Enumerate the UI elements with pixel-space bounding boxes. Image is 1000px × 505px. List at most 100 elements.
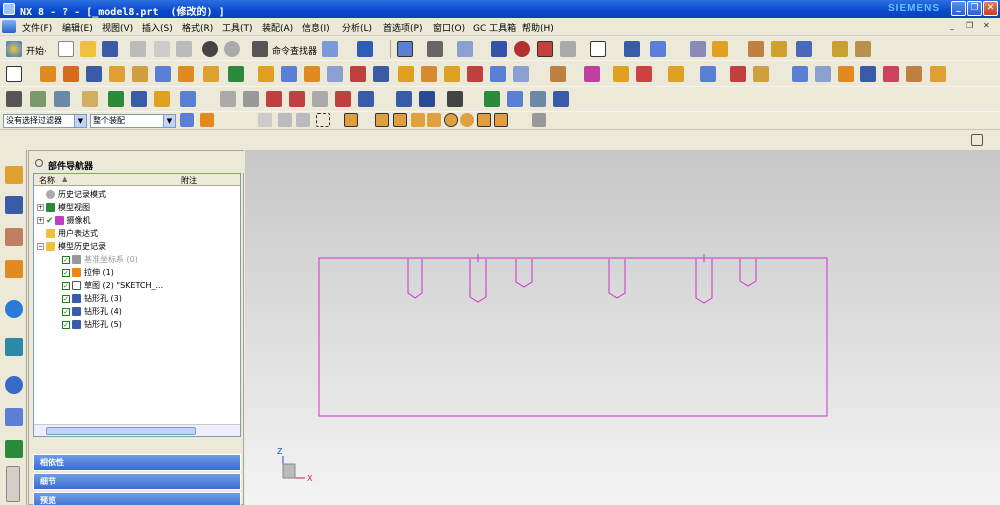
tree-item-history-mode[interactable]: 历史记录模式 — [46, 188, 106, 201]
menu-help[interactable]: 帮助(H) — [522, 21, 554, 34]
visibility-checkbox[interactable]: ✓ — [62, 307, 70, 316]
doc-close-button[interactable]: ✕ — [983, 21, 990, 30]
slot-icon[interactable] — [668, 66, 684, 82]
bridge-icon[interactable] — [883, 66, 899, 82]
blend-surface-icon[interactable] — [930, 66, 946, 82]
project-curve-icon[interactable] — [335, 91, 351, 107]
sphere-icon[interactable] — [155, 66, 171, 82]
spline-icon[interactable] — [266, 91, 282, 107]
rib-icon[interactable] — [613, 66, 629, 82]
visibility-checkbox[interactable]: ✓ — [62, 268, 70, 277]
feature-table-icon[interactable] — [530, 91, 546, 107]
hole-icon[interactable] — [178, 66, 194, 82]
display-mode-icon[interactable] — [491, 41, 507, 57]
doc-restore-button[interactable]: ❐ — [966, 21, 973, 30]
tree-item-cameras[interactable]: + ✔ 摄像机 — [37, 214, 91, 227]
suppress-icon[interactable] — [447, 91, 463, 107]
select-edge-icon[interactable] — [278, 113, 292, 127]
curve-fillet-icon[interactable] — [289, 91, 305, 107]
layer-icon[interactable] — [650, 41, 666, 57]
selection-filter-dropdown[interactable]: 没有选择过滤器 ▼ — [3, 114, 87, 128]
close-button[interactable]: ✕ — [983, 1, 998, 16]
groove-icon[interactable] — [636, 66, 652, 82]
menu-analysis[interactable]: 分析(L) — [342, 21, 372, 34]
undo-icon[interactable] — [202, 41, 218, 57]
edit-parameters-icon[interactable] — [419, 91, 435, 107]
section-view-icon[interactable] — [624, 41, 640, 57]
chevron-down-icon[interactable]: ▼ — [74, 115, 86, 127]
tree-item-model-views[interactable]: + 模型视图 — [37, 201, 90, 214]
tree-item-extrude[interactable]: ✓ 拉伸 (1) — [62, 266, 114, 279]
column-notes[interactable]: 附注 — [181, 175, 197, 186]
pocket-icon[interactable] — [730, 66, 746, 82]
extrude-icon[interactable] — [40, 66, 56, 82]
start-button[interactable]: 开始· — [26, 44, 47, 57]
minimize-button[interactable]: _ — [951, 1, 966, 16]
constraint-icon[interactable] — [712, 41, 728, 57]
background-icon[interactable] — [590, 41, 606, 57]
tree-item-sketch[interactable]: ✓ 草图 (2) "SKETCH_... — [62, 279, 163, 292]
menu-format[interactable]: 格式(R) — [182, 21, 213, 34]
new-file-icon[interactable] — [58, 41, 74, 57]
control-point-snap-icon[interactable] — [411, 113, 425, 127]
line-icon[interactable] — [220, 91, 236, 107]
open-folder-icon[interactable] — [80, 41, 96, 57]
point-on-curve-snap-icon[interactable] — [494, 113, 508, 127]
menu-file[interactable]: 文件(F) — [22, 21, 52, 34]
curve-info-icon[interactable] — [358, 91, 374, 107]
command-finder-button[interactable]: 命令查找器 — [272, 44, 317, 57]
arc-icon[interactable] — [243, 91, 259, 107]
unite-icon[interactable] — [228, 66, 244, 82]
shaded-edges-icon[interactable] — [514, 41, 530, 57]
menu-edit[interactable]: 编辑(E) — [62, 21, 93, 34]
resource-scroll-icon[interactable] — [6, 466, 20, 502]
expand-icon[interactable]: + — [37, 217, 44, 224]
check-icon[interactable] — [484, 91, 500, 107]
process-studio-icon[interactable] — [5, 408, 23, 426]
tree-item-hole-4[interactable]: ✓ 钻形孔 (4) — [62, 305, 122, 318]
revolve-icon[interactable] — [63, 66, 79, 82]
expand-icon[interactable]: + — [37, 204, 44, 211]
point-icon[interactable] — [180, 91, 196, 107]
thicken-icon[interactable] — [467, 66, 483, 82]
redo-icon[interactable] — [224, 41, 240, 57]
visibility-checkbox[interactable]: ✓ — [62, 294, 70, 303]
cone-icon[interactable] — [132, 66, 148, 82]
menu-tools[interactable]: 工具(T) — [222, 21, 253, 34]
menu-assembly[interactable]: 装配(A) — [262, 21, 293, 34]
preview-panel[interactable]: 预览 — [33, 492, 241, 505]
datum-plane-icon[interactable] — [108, 91, 124, 107]
select-body-icon[interactable] — [296, 113, 310, 127]
cube-view-icon[interactable] — [322, 41, 338, 57]
tree-item-user-expressions[interactable]: 用户表达式 — [46, 227, 98, 240]
drawing-icon[interactable] — [6, 91, 22, 107]
surface-icon[interactable] — [792, 66, 808, 82]
start-icon[interactable] — [6, 41, 22, 57]
subtract-icon[interactable] — [258, 66, 274, 82]
menu-preferences[interactable]: 首选项(P) — [383, 21, 422, 34]
datum-csys-icon[interactable] — [154, 91, 170, 107]
shaded-icon[interactable] — [537, 41, 553, 57]
assembly-scope-dropdown[interactable]: 整个装配 ▼ — [90, 114, 176, 128]
block-icon[interactable] — [86, 66, 102, 82]
clock-icon[interactable] — [5, 376, 23, 394]
move-component-icon[interactable] — [748, 41, 764, 57]
column-name[interactable]: 名称 — [39, 175, 55, 186]
nx-menu-logo-icon[interactable] — [2, 20, 16, 33]
doc-minimize-button[interactable]: _ — [950, 21, 954, 30]
reuse-library-icon[interactable] — [5, 260, 23, 278]
assembly-navigator-icon[interactable] — [5, 166, 23, 184]
restore-button[interactable]: ❐ — [967, 1, 982, 16]
tree-horizontal-scrollbar[interactable] — [34, 424, 240, 436]
graphics-window[interactable]: Z X — [245, 150, 1000, 505]
patch-icon[interactable] — [860, 66, 876, 82]
tree-item-model-history[interactable]: − 模型历史记录 — [37, 240, 106, 253]
binoculars-icon[interactable] — [252, 41, 268, 57]
ruler-icon[interactable] — [832, 41, 848, 57]
static-wireframe-icon[interactable] — [560, 41, 576, 57]
visibility-checkbox[interactable]: ✓ — [62, 281, 70, 290]
tree-item-datum-csys[interactable]: ✓ 基准坐标系 (0) — [62, 253, 138, 266]
save-icon[interactable] — [102, 41, 118, 57]
intersection-snap-icon[interactable] — [427, 113, 441, 127]
rectangle-select-icon[interactable] — [316, 113, 330, 127]
